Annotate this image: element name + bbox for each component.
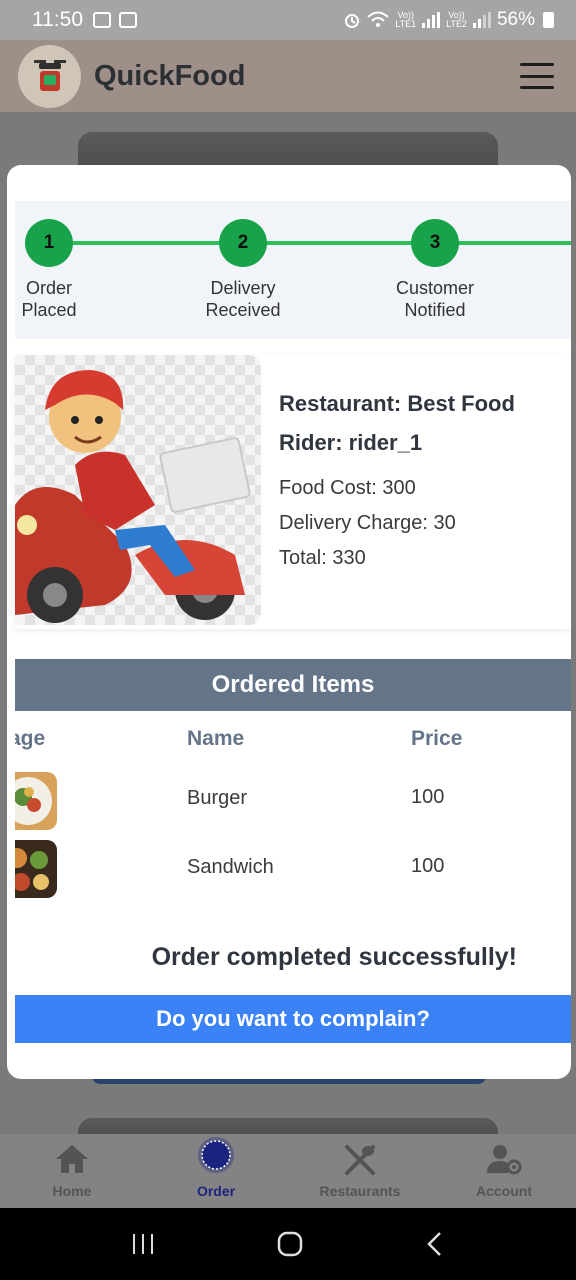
step-2-label: Delivery Received: [205, 278, 281, 320]
account-settings-icon: [487, 1145, 522, 1175]
ordered-items-title: Ordered Items: [15, 659, 571, 711]
step-1-label: Order Placed: [21, 278, 77, 320]
step-3-circle: 3: [411, 219, 459, 267]
delivery-charge: Delivery Charge: 30: [279, 512, 456, 534]
step-1-circle: 1: [25, 219, 73, 267]
step-order-placed: 1 Order Placed: [7, 219, 119, 321]
step-2-circle: 2: [219, 219, 267, 267]
signal-2-icon: [472, 12, 491, 28]
delivery-drone-icon: [33, 60, 66, 91]
food-cost: Food Cost: 300: [279, 477, 416, 499]
nav-home[interactable]: Home: [0, 1134, 144, 1208]
sim2-label: Vo)) LTE2: [446, 10, 467, 29]
restaurant-name: Restaurant: Best Food: [279, 391, 515, 416]
nav-restaurants-label: Restaurants: [319, 1183, 401, 1199]
scooter-rider-illustration: [15, 370, 251, 623]
salad-image: [15, 772, 57, 830]
wifi-icon: [367, 11, 389, 27]
back-icon[interactable]: [425, 1231, 445, 1257]
status-time: 11:50: [32, 8, 83, 31]
alarm-icon: [345, 14, 360, 28]
system-navigation: [0, 1208, 576, 1280]
platter-image: [15, 840, 57, 898]
order-summary-card: Restaurant: Best Food Rider: rider_1 Foo…: [15, 355, 571, 629]
nav-account-label: Account: [476, 1183, 532, 1199]
order-icon: [198, 1137, 234, 1173]
order-info: Restaurant: Best Food Rider: rider_1 Foo…: [279, 391, 515, 581]
recent-apps-icon[interactable]: [131, 1232, 155, 1256]
nav-order-label: Order: [196, 1183, 236, 1199]
column-header-price: Price: [411, 727, 463, 750]
sim1-label: Vo)) LTE1: [395, 10, 417, 29]
item-price: 100: [411, 786, 445, 808]
fork-knife-icon: [345, 1145, 375, 1175]
nav-account[interactable]: Account: [432, 1134, 576, 1208]
order-details-modal: 1 Order Placed 2 Delivery Received 3 Custo…: [7, 165, 571, 1079]
step-delivery-received: 2 Delivery Received: [173, 219, 313, 321]
order-progress-stepper: 1 Order Placed 2 Delivery Received 3 Custo…: [15, 201, 571, 339]
rider-name: Rider: rider_1: [279, 430, 423, 455]
battery-icon: [543, 12, 554, 28]
home-icon: [56, 1145, 88, 1173]
app-logo[interactable]: [18, 44, 81, 108]
app-notification-icon: [119, 12, 137, 28]
step-customer-notified: 3 Customer Notified: [365, 219, 505, 321]
item-name: Sandwich: [187, 856, 274, 878]
app-header: QuickFood: [0, 40, 576, 112]
status-indicators: Vo)) LTE1 Vo)) LTE2 56%: [343, 9, 554, 31]
home-button-icon[interactable]: [277, 1231, 303, 1257]
bottom-navigation: Home Order Restaurants Account: [0, 1134, 576, 1208]
status-bar: 11:50 Vo)) LTE1 Vo)) LTE2 56%: [0, 0, 576, 40]
column-header-image: age: [15, 727, 46, 750]
column-header-name: Name: [187, 727, 245, 750]
step-3-label: Customer Notified: [395, 278, 475, 320]
gallery-notification-icon: [93, 12, 111, 28]
burger-thumbnail: [15, 772, 57, 830]
app-title: QuickFood: [94, 59, 246, 92]
order-total: Total: 330: [279, 547, 366, 569]
nav-order[interactable]: Order: [144, 1134, 288, 1208]
complain-button[interactable]: Do you want to complain?: [15, 995, 571, 1043]
hamburger-menu-icon[interactable]: [520, 63, 554, 89]
nav-restaurants[interactable]: Restaurants: [288, 1134, 432, 1208]
item-name: Burger: [187, 787, 248, 809]
nav-home-label: Home: [52, 1183, 92, 1199]
ordered-items-table: age Name Price Burger 100 Sandwich 100: [15, 711, 571, 911]
item-price: 100: [411, 855, 445, 877]
battery-percent: 56%: [496, 9, 535, 30]
success-message: Order completed successfully!: [151, 943, 517, 971]
rider-illustration: [15, 355, 261, 625]
signal-1-icon: [422, 12, 441, 28]
sandwich-thumbnail: [15, 840, 57, 898]
